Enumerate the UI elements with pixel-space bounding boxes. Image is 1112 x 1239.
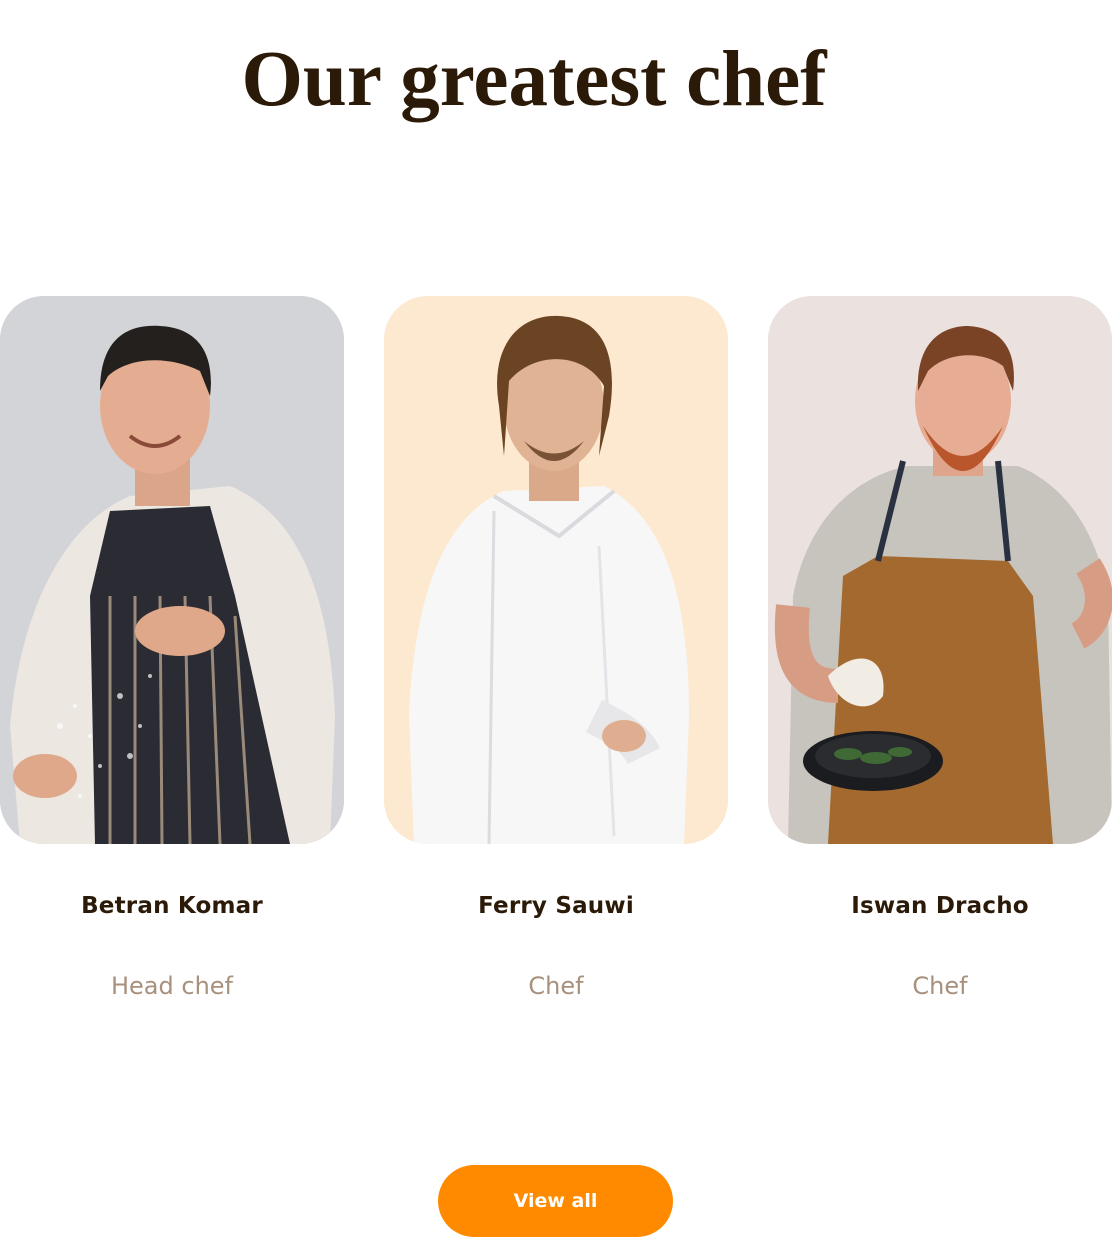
chef-photo-illustration bbox=[384, 296, 728, 844]
chef-photo bbox=[0, 296, 344, 844]
chef-card[interactable]: Ferry Sauwi Chef bbox=[384, 296, 728, 1000]
chef-role: Chef bbox=[912, 972, 968, 1000]
chef-name: Iswan Dracho bbox=[851, 893, 1029, 919]
chef-photo-illustration bbox=[768, 296, 1112, 844]
section-title: Our greatest chef bbox=[241, 36, 827, 123]
chef-card[interactable]: Iswan Dracho Chef bbox=[768, 296, 1112, 1000]
chef-photo bbox=[768, 296, 1112, 844]
chef-photo-illustration bbox=[0, 296, 344, 844]
view-all-button[interactable]: View all bbox=[438, 1165, 673, 1237]
chef-role: Chef bbox=[528, 972, 584, 1000]
chef-photo bbox=[384, 296, 728, 844]
chef-role: Head chef bbox=[110, 972, 233, 1000]
chef-name: Ferry Sauwi bbox=[478, 893, 634, 919]
chef-name: Betran Komar bbox=[81, 893, 263, 919]
chef-card[interactable]: Betran Komar Head chef bbox=[0, 296, 344, 1000]
